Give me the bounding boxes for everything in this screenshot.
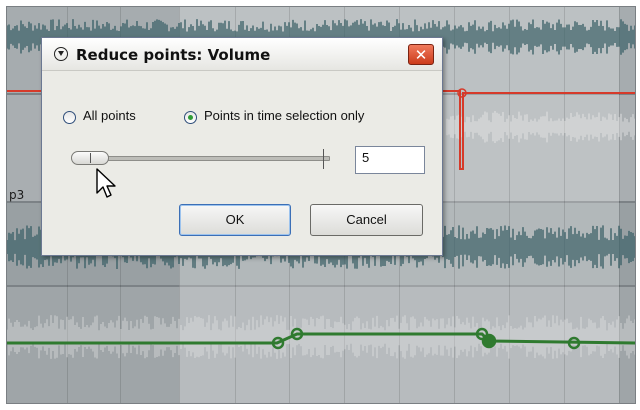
time-selection-label[interactable]: Points in time selection only bbox=[204, 108, 364, 123]
dialog-titlebar[interactable]: Reduce points: Volume ✕ bbox=[42, 38, 442, 71]
ok-button[interactable]: OK bbox=[179, 204, 291, 236]
cancel-button[interactable]: Cancel bbox=[310, 204, 423, 236]
reduce-slider-thumb[interactable] bbox=[71, 151, 109, 165]
track-name-label: p3 bbox=[9, 188, 25, 202]
cursor-icon bbox=[96, 168, 116, 198]
points-value-input[interactable]: 5 bbox=[355, 146, 425, 174]
close-icon: ✕ bbox=[414, 46, 428, 64]
all-points-radio[interactable] bbox=[63, 111, 76, 124]
slider-end-tick bbox=[323, 149, 324, 169]
green-envelope[interactable] bbox=[7, 332, 636, 345]
reduce-points-dialog[interactable]: Reduce points: Volume ✕ All points Point… bbox=[41, 37, 443, 256]
reaper-icon bbox=[54, 47, 68, 61]
all-points-label[interactable]: All points bbox=[83, 108, 136, 123]
reduce-slider-track[interactable] bbox=[72, 156, 330, 161]
close-button[interactable]: ✕ bbox=[408, 44, 434, 65]
envelope-point[interactable] bbox=[481, 333, 497, 349]
dialog-title: Reduce points: Volume bbox=[76, 46, 271, 64]
time-selection-radio[interactable] bbox=[184, 111, 197, 124]
